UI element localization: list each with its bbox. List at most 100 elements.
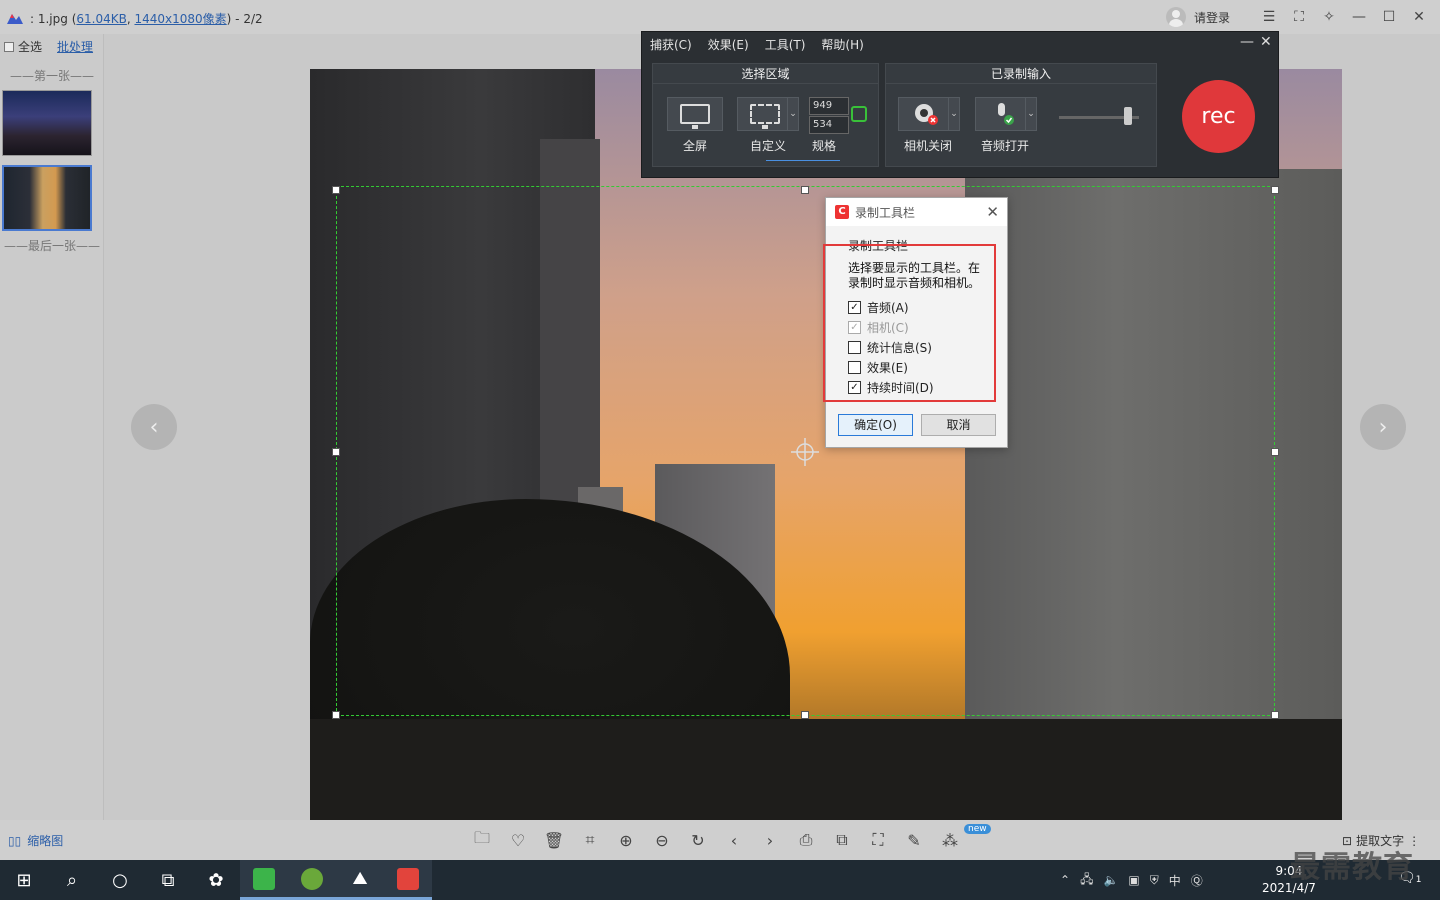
ok-button[interactable]: 确定(O) <box>838 414 913 436</box>
image-viewer-icon[interactable]: ⛰ <box>336 860 384 900</box>
new-badge: new <box>964 824 991 834</box>
dialog-close-icon[interactable]: ✕ <box>986 203 999 221</box>
network-icon[interactable]: 🖧 <box>1080 870 1093 891</box>
resize-handle-tl[interactable] <box>332 186 340 194</box>
recorder-app-icon[interactable] <box>384 860 432 900</box>
thumbnails-icon: ▯▯ <box>8 833 22 848</box>
fullscreen-button[interactable] <box>667 97 723 131</box>
tray-expand-icon[interactable]: ⌃ <box>1060 873 1070 887</box>
first-image-label: ——第一张—— <box>9 69 94 83</box>
height-input[interactable]: 534 <box>809 116 849 134</box>
resize-handle-bl[interactable] <box>332 711 340 719</box>
fullscreen-icon[interactable]: ⛶ <box>1284 6 1314 28</box>
security-icon[interactable]: ⛨ <box>1150 873 1159 888</box>
zoom-out-icon[interactable]: ⊖ <box>650 828 674 852</box>
edit-icon[interactable]: ✎ <box>902 828 926 852</box>
pin-icon[interactable]: ✧ <box>1314 6 1344 28</box>
melon-app-icon[interactable] <box>288 860 336 900</box>
watermark: 最需教育 <box>1290 850 1414 885</box>
camera-toggle-button[interactable] <box>898 97 954 131</box>
custom-area-button[interactable] <box>737 97 793 131</box>
menu-help[interactable]: 帮助(H) <box>821 36 863 53</box>
camera-dropdown[interactable]: ⌄ <box>948 97 960 131</box>
select-area-title: 选择区域 <box>653 64 878 84</box>
rotate-icon[interactable]: ↻ <box>686 828 710 852</box>
custom-label: 自定义 <box>750 139 787 153</box>
previous-icon[interactable]: ‹ <box>722 828 746 852</box>
zoom-in-icon[interactable]: ⊕ <box>614 828 638 852</box>
audio-dropdown[interactable]: ⌄ <box>1025 97 1037 131</box>
open-folder-icon[interactable]: 🗀 <box>470 828 494 852</box>
audio-toggle-button[interactable] <box>975 97 1031 131</box>
start-icon[interactable]: ⊞ <box>0 860 48 900</box>
monitor-icon <box>680 104 710 129</box>
thumbnails-toggle[interactable]: ▯▯ 缩略图 <box>8 832 63 849</box>
next-image-button[interactable]: › <box>1360 404 1406 450</box>
select-area-group: 选择区域 全屏 ⌄ 自定义 949 534 规格 <box>652 63 879 167</box>
search-icon[interactable]: ⌕ <box>48 860 96 900</box>
batch-link[interactable]: 批处理 <box>57 38 93 55</box>
scan-icon[interactable]: ⛶ <box>866 828 890 852</box>
app-logo-icon <box>7 14 23 24</box>
ground <box>310 719 1342 820</box>
maximize-icon[interactable]: ☐ <box>1374 6 1404 28</box>
delete-icon[interactable]: 🗑 <box>542 828 566 852</box>
resize-handle-tr[interactable] <box>1271 186 1279 194</box>
ime-indicator[interactable]: 中 <box>1169 872 1181 889</box>
camera-label: 相机关闭 <box>904 139 953 153</box>
task-view-icon[interactable]: ⧉ <box>144 860 192 900</box>
favorite-icon[interactable]: ♡ <box>506 828 530 852</box>
menu-tools[interactable]: 工具(T) <box>765 36 806 53</box>
volume-slider-knob[interactable] <box>1124 107 1132 125</box>
resize-handle-l[interactable] <box>332 448 340 456</box>
thumbnail-2[interactable] <box>2 165 92 231</box>
login-area[interactable]: 请登录 <box>1166 7 1230 27</box>
cortana-icon[interactable]: ○ <box>96 860 144 900</box>
windows-taskbar: ⊞ ⌕ ○ ⧉ ✿ ⛰ ⌃ 🖧 🔈 ▣ ⛨ 中 Ⓠ 9:04 2021/4/7 … <box>0 860 1440 900</box>
audio-label: 音频打开 <box>981 139 1030 153</box>
nvidia-icon[interactable]: ▣ <box>1128 873 1139 887</box>
viewer-titlebar: : 1.jpg (61.04KB, 1440x1080像素) - 2/2 请登录… <box>0 0 1440 34</box>
dimensions-link[interactable]: 1440x1080像素 <box>134 12 226 26</box>
minimize-icon[interactable]: — <box>1344 6 1374 28</box>
select-all-checkbox[interactable] <box>4 41 14 52</box>
recorder-close-icon[interactable]: ✕ <box>1260 34 1272 50</box>
thumbnail-1[interactable] <box>2 90 92 156</box>
record-button[interactable]: rec <box>1182 80 1255 153</box>
close-icon[interactable]: ✕ <box>1404 6 1434 28</box>
apps-icon[interactable]: ⁂ <box>938 828 962 852</box>
microphone-icon <box>998 103 1014 125</box>
compare-icon[interactable]: ⧉ <box>830 828 854 852</box>
resize-handle-r[interactable] <box>1271 448 1279 456</box>
camtasia-green-icon[interactable] <box>240 860 288 900</box>
print-icon[interactable]: ⎙ <box>794 828 818 852</box>
recorded-input-title: 已录制输入 <box>886 64 1156 84</box>
cancel-button[interactable]: 取消 <box>921 414 996 436</box>
qq-icon[interactable]: Ⓠ <box>1191 872 1203 889</box>
thumbnail-sidebar: 全选 批处理 ——第一张—— ——最后一张—— <box>0 34 104 820</box>
menu-icon[interactable]: ☰ <box>1254 6 1284 28</box>
custom-area-dropdown[interactable]: ⌄ <box>787 97 799 131</box>
recorder-minimize-icon[interactable]: — <box>1240 34 1254 50</box>
custom-monitor-icon <box>750 104 780 129</box>
filesize-link[interactable]: 61.04KB <box>76 12 126 26</box>
fan-app-icon[interactable]: ✿ <box>192 860 240 900</box>
crop-icon[interactable]: ⌗ <box>578 828 602 852</box>
highlight-box <box>823 244 996 402</box>
resize-handle-br[interactable] <box>1271 711 1279 719</box>
move-crosshair-icon[interactable] <box>791 438 819 466</box>
avatar[interactable] <box>1166 7 1186 27</box>
resize-handle-b[interactable] <box>801 711 809 719</box>
resize-handle-t[interactable] <box>801 186 809 194</box>
menu-capture[interactable]: 捕获(C) <box>650 36 692 53</box>
lock-aspect-icon[interactable] <box>851 106 867 122</box>
width-input[interactable]: 949 <box>809 97 849 115</box>
camera-off-icon <box>915 104 938 125</box>
select-all[interactable]: 全选 <box>4 38 42 55</box>
spec-label: 规格 <box>812 139 837 153</box>
next-icon[interactable]: › <box>758 828 782 852</box>
menu-effects[interactable]: 效果(E) <box>708 36 749 53</box>
login-label[interactable]: 请登录 <box>1194 9 1230 26</box>
volume-icon[interactable]: 🔈 <box>1103 873 1118 887</box>
previous-image-button[interactable]: ‹ <box>131 404 177 450</box>
